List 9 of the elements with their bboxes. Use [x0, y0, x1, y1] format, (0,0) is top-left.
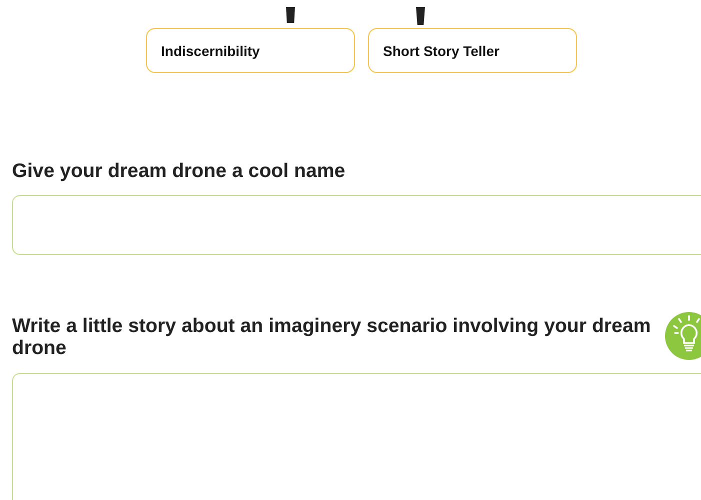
- question-label: Give your dream drone a cool name: [12, 160, 346, 182]
- name-input-field[interactable]: [12, 195, 701, 255]
- option-card[interactable]: Short Story Teller: [368, 28, 577, 73]
- story-textarea[interactable]: [12, 373, 701, 500]
- connector-mark: [286, 7, 295, 23]
- connector-mark: [416, 7, 425, 25]
- question-label: Write a little story about an imaginery scenario involving your dream drone: [12, 315, 652, 359]
- option-card[interactable]: Indiscernibility: [146, 28, 355, 73]
- lightbulb-icon[interactable]: [665, 312, 701, 360]
